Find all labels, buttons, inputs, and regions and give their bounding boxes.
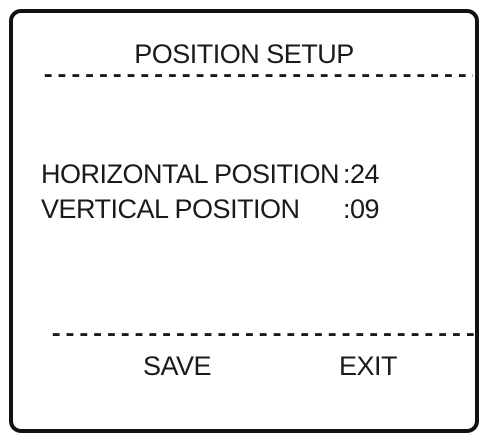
- horizontal-position-value[interactable]: :24: [343, 159, 380, 189]
- osd-menu-frame: POSITION SETUP -------------------------…: [9, 9, 479, 433]
- exit-button[interactable]: EXIT: [339, 351, 398, 381]
- save-button[interactable]: SAVE: [143, 351, 212, 381]
- vertical-position-value[interactable]: :09: [343, 194, 380, 224]
- vertical-position-row[interactable]: VERTICAL POSITION :09: [41, 194, 380, 224]
- menu-title: POSITION SETUP: [134, 39, 354, 69]
- bottom-separator: ------------------------------------: [49, 326, 475, 346]
- horizontal-position-row[interactable]: HORIZONTAL POSITION :24: [41, 159, 380, 189]
- top-separator: ------------------------------------: [41, 67, 473, 87]
- vertical-position-label: VERTICAL POSITION: [41, 194, 300, 224]
- horizontal-position-label: HORIZONTAL POSITION: [41, 159, 340, 189]
